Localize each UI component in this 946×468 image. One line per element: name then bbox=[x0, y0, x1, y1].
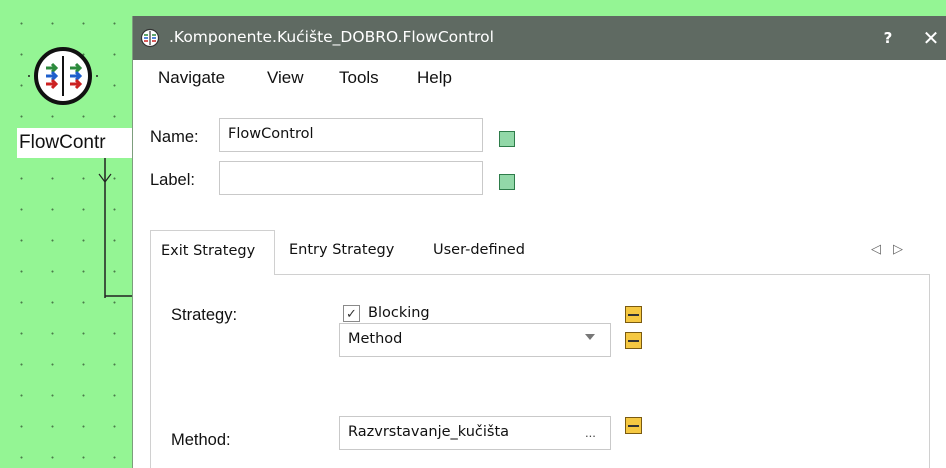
component-settings-icon bbox=[140, 28, 160, 48]
name-status-indicator[interactable] bbox=[499, 131, 515, 147]
window-title: .Komponente.Kućište_DOBRO.FlowControl bbox=[169, 28, 494, 46]
browse-method-button[interactable]: ... bbox=[585, 425, 596, 440]
blocking-checkbox[interactable]: ✓ bbox=[343, 305, 360, 322]
component-label[interactable]: FlowContr bbox=[17, 128, 135, 158]
method-label: Method: bbox=[171, 431, 231, 449]
method-input[interactable]: Razvrstavanje_kučišta bbox=[339, 416, 611, 450]
tab-entry-strategy[interactable]: Entry Strategy bbox=[289, 242, 394, 258]
label-label: Label: bbox=[150, 171, 195, 189]
properties-dialog: .Komponente.Kućište_DOBRO.FlowControl ? … bbox=[132, 16, 946, 468]
label-input[interactable] bbox=[219, 161, 483, 195]
strategy-type-select[interactable]: Method bbox=[339, 323, 611, 357]
menu-bar: Navigate View Tools Help bbox=[133, 60, 946, 98]
name-input[interactable]: FlowControl bbox=[219, 118, 483, 152]
connector-line bbox=[98, 158, 132, 298]
title-bar[interactable]: .Komponente.Kućište_DOBRO.FlowControl ? … bbox=[133, 16, 946, 60]
close-button[interactable]: ✕ bbox=[919, 25, 943, 51]
flow-control-icon[interactable] bbox=[28, 46, 98, 116]
help-button[interactable]: ? bbox=[877, 26, 899, 50]
menu-tools[interactable]: Tools bbox=[339, 68, 379, 88]
menu-view[interactable]: View bbox=[267, 68, 304, 88]
strategy-code-button[interactable] bbox=[625, 306, 642, 323]
chevron-down-icon[interactable] bbox=[585, 334, 595, 340]
tab-user-defined[interactable]: User-defined bbox=[433, 242, 525, 258]
tab-scroll-left-icon[interactable]: ◁ bbox=[871, 241, 881, 257]
tab-scroll-right-icon[interactable]: ▷ bbox=[893, 241, 903, 257]
name-label: Name: bbox=[150, 128, 199, 146]
strategy-type-code-button[interactable] bbox=[625, 332, 642, 349]
menu-navigate[interactable]: Navigate bbox=[158, 68, 225, 88]
tab-exit-strategy[interactable]: Exit Strategy bbox=[150, 230, 275, 275]
label-status-indicator[interactable] bbox=[499, 174, 515, 190]
strategy-label: Strategy: bbox=[171, 306, 238, 324]
method-code-button[interactable] bbox=[625, 417, 642, 434]
menu-help[interactable]: Help bbox=[417, 68, 452, 88]
blocking-label[interactable]: Blocking bbox=[368, 305, 430, 321]
